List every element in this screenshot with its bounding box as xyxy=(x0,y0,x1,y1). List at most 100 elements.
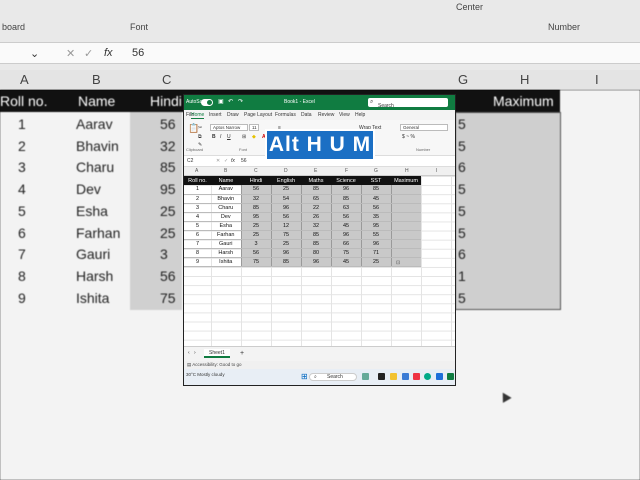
table-cell[interactable]: 12 xyxy=(270,221,301,231)
excel-taskbar-icon[interactable] xyxy=(447,373,454,380)
table-cell[interactable]: 85 xyxy=(330,194,361,204)
table-cell[interactable]: 3 xyxy=(240,239,271,250)
table-cell[interactable]: 54 xyxy=(270,194,301,204)
table-cell[interactable]: 25 xyxy=(270,239,301,250)
table-cell[interactable]: 45 xyxy=(330,221,361,231)
add-sheet-button[interactable]: + xyxy=(240,350,244,357)
table-cell[interactable]: 7 xyxy=(184,239,211,250)
table-cell[interactable]: 95 xyxy=(360,221,391,231)
quick-analysis-icon[interactable]: ⊡ xyxy=(396,260,400,266)
borders-icon[interactable]: ⊞ xyxy=(242,134,246,140)
table-cell[interactable]: 96 xyxy=(270,203,301,213)
table-cell[interactable]: 56 xyxy=(360,203,391,213)
col-c[interactable]: C xyxy=(254,168,258,174)
table-cell[interactable]: 96 xyxy=(300,257,331,268)
formula-input[interactable]: 56 xyxy=(241,158,247,164)
tab-data[interactable]: Data xyxy=(301,112,312,118)
col-d[interactable]: D xyxy=(284,168,288,174)
table-cell[interactable]: 75 xyxy=(240,257,271,268)
hdr-hindi[interactable]: Hindi xyxy=(241,176,271,185)
prev-sheet-icon[interactable]: ‹ xyxy=(188,350,190,356)
cut-icon[interactable]: ✂ xyxy=(198,125,202,131)
hdr-maximum[interactable]: Maximum xyxy=(391,176,421,185)
table-cell[interactable]: 8 xyxy=(184,248,211,259)
table-cell[interactable]: Bhavin xyxy=(211,194,241,204)
table-cell[interactable] xyxy=(390,194,421,204)
table-cell[interactable]: 25 xyxy=(270,185,301,195)
number-format-select[interactable]: General xyxy=(400,124,448,131)
windows-start-icon[interactable]: ⊞ xyxy=(301,372,308,381)
table-cell[interactable]: 85 xyxy=(240,203,271,213)
table-cell[interactable]: 85 xyxy=(300,185,331,195)
table-cell[interactable]: Harsh xyxy=(211,248,241,259)
table-cell[interactable]: Dev xyxy=(211,212,241,222)
hdr-name[interactable]: Name xyxy=(211,176,241,185)
enter-icon[interactable]: ✓ xyxy=(224,158,228,164)
tab-page-layout[interactable]: Page Layout xyxy=(244,112,272,118)
table-cell[interactable]: Gauri xyxy=(211,239,241,250)
tab-review[interactable]: Review xyxy=(318,112,334,118)
col-b[interactable]: B xyxy=(224,168,227,174)
col-h[interactable]: H xyxy=(405,168,409,174)
table-cell[interactable]: 45 xyxy=(360,194,391,204)
table-cell[interactable]: 56 xyxy=(240,248,271,259)
table-cell[interactable]: 5 xyxy=(184,221,211,231)
worksheet-grid[interactable]: Roll no. Name Hindi English Maths Scienc… xyxy=(184,176,455,346)
table-cell[interactable]: 25 xyxy=(240,230,271,241)
table-cell[interactable]: 63 xyxy=(330,203,361,213)
table-cell[interactable]: 56 xyxy=(330,212,361,222)
taskbar-search[interactable]: ⌕ Search xyxy=(309,373,357,381)
tab-sheet1[interactable]: Sheet1 xyxy=(204,349,230,358)
browser-icon[interactable] xyxy=(436,373,443,380)
bold-button[interactable]: B xyxy=(212,134,216,140)
tab-help[interactable]: Help xyxy=(355,112,365,118)
table-cell[interactable] xyxy=(390,248,421,259)
table-cell[interactable]: Farhan xyxy=(211,230,241,241)
table-cell[interactable]: 85 xyxy=(300,230,331,241)
widget-icon[interactable] xyxy=(362,373,369,380)
hdr-sst[interactable]: SST xyxy=(361,176,391,185)
table-cell[interactable]: 65 xyxy=(300,194,331,204)
table-cell[interactable]: 9 xyxy=(184,257,211,268)
hdr-roll[interactable]: Roll no. xyxy=(184,176,211,185)
table-cell[interactable]: 55 xyxy=(360,230,391,241)
undo-icon[interactable]: ↶ xyxy=(228,98,233,105)
col-a[interactable]: A xyxy=(195,168,198,174)
name-box[interactable]: C2 xyxy=(187,158,193,164)
table-cell[interactable]: 3 xyxy=(184,203,211,213)
terminal-icon[interactable] xyxy=(378,373,385,380)
table-cell[interactable]: 1 xyxy=(184,185,211,195)
table-cell[interactable]: 71 xyxy=(360,248,391,259)
col-f[interactable]: F xyxy=(345,168,348,174)
table-cell[interactable]: 96 xyxy=(360,239,391,250)
store-icon[interactable] xyxy=(413,373,420,380)
table-cell[interactable]: Esha xyxy=(211,221,241,231)
table-cell[interactable] xyxy=(390,239,421,250)
table-cell[interactable]: 96 xyxy=(330,230,361,241)
table-cell[interactable]: 2 xyxy=(184,194,211,204)
edge-icon[interactable] xyxy=(424,373,431,380)
table-cell[interactable]: 66 xyxy=(330,239,361,250)
search-box[interactable]: ⌕ Search xyxy=(368,98,448,109)
col-i[interactable]: I xyxy=(436,168,437,174)
copy-icon[interactable]: ⧉ xyxy=(198,134,202,140)
autosave-toggle[interactable] xyxy=(201,99,213,106)
next-sheet-icon[interactable]: › xyxy=(194,350,196,356)
table-cell[interactable]: Ishita xyxy=(211,257,241,268)
table-cell[interactable]: 25 xyxy=(360,257,391,268)
table-cell[interactable]: 26 xyxy=(300,212,331,222)
file-explorer-icon[interactable] xyxy=(390,373,397,380)
tab-home[interactable]: Home xyxy=(191,112,205,119)
col-g[interactable]: G xyxy=(374,168,378,174)
table-cell[interactable]: 95 xyxy=(240,212,271,222)
underline-button[interactable]: U xyxy=(227,134,231,140)
table-cell[interactable]: 96 xyxy=(330,185,361,195)
tab-insert[interactable]: Insert xyxy=(209,112,222,118)
table-cell[interactable]: 45 xyxy=(330,257,361,268)
weather-widget[interactable]: 30°C Mostly cloudy xyxy=(186,372,226,377)
table-cell[interactable]: 22 xyxy=(300,203,331,213)
cancel-icon[interactable]: ✕ xyxy=(216,158,220,164)
table-cell[interactable] xyxy=(390,185,421,195)
hdr-english[interactable]: English xyxy=(271,176,301,185)
table-cell[interactable]: 75 xyxy=(330,248,361,259)
